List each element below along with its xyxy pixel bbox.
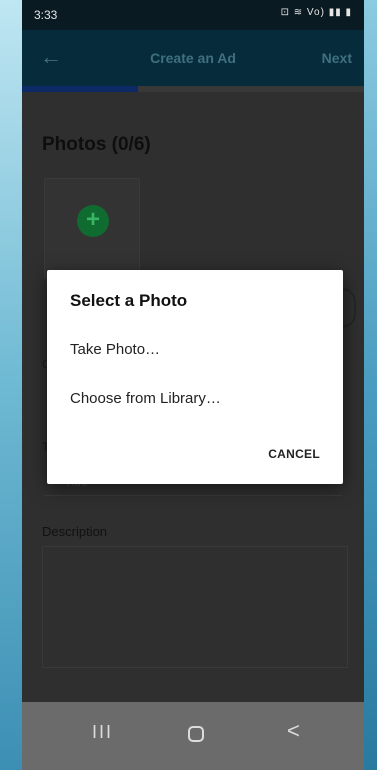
- description-input[interactable]: [42, 546, 348, 668]
- take-photo-option[interactable]: Take Photo…: [70, 341, 160, 358]
- page-title: Create an Ad: [150, 50, 236, 66]
- status-time: 3:33: [34, 8, 58, 22]
- back-icon[interactable]: <: [287, 718, 300, 744]
- background-left-edge: [0, 0, 22, 770]
- system-nav-bar: III <: [22, 702, 364, 770]
- background-right-edge: [364, 0, 377, 770]
- add-photo-icon[interactable]: +: [77, 205, 109, 237]
- photos-heading: Photos (0/6): [42, 134, 151, 155]
- description-label: Description: [42, 524, 108, 539]
- phone-screen: 3:33 ⊡ ≋ Vo) ▮▮ ▮ ← Create an Ad Next Ph…: [22, 0, 364, 770]
- cancel-button[interactable]: CANCEL: [268, 447, 320, 461]
- recents-icon[interactable]: III: [92, 722, 113, 743]
- status-bar: 3:33 ⊡ ≋ Vo) ▮▮ ▮: [22, 0, 364, 30]
- home-icon[interactable]: [188, 726, 204, 742]
- photo-slot[interactable]: +: [44, 178, 140, 278]
- next-button[interactable]: Next: [322, 50, 352, 66]
- choose-from-library-option[interactable]: Choose from Library…: [70, 390, 221, 407]
- app-header: ← Create an Ad Next: [22, 30, 364, 86]
- status-icons: ⊡ ≋ Vo) ▮▮ ▮: [280, 7, 352, 18]
- dialog-title: Select a Photo: [70, 291, 188, 310]
- select-photo-dialog: Select a Photo Take Photo… Choose from L…: [47, 270, 343, 484]
